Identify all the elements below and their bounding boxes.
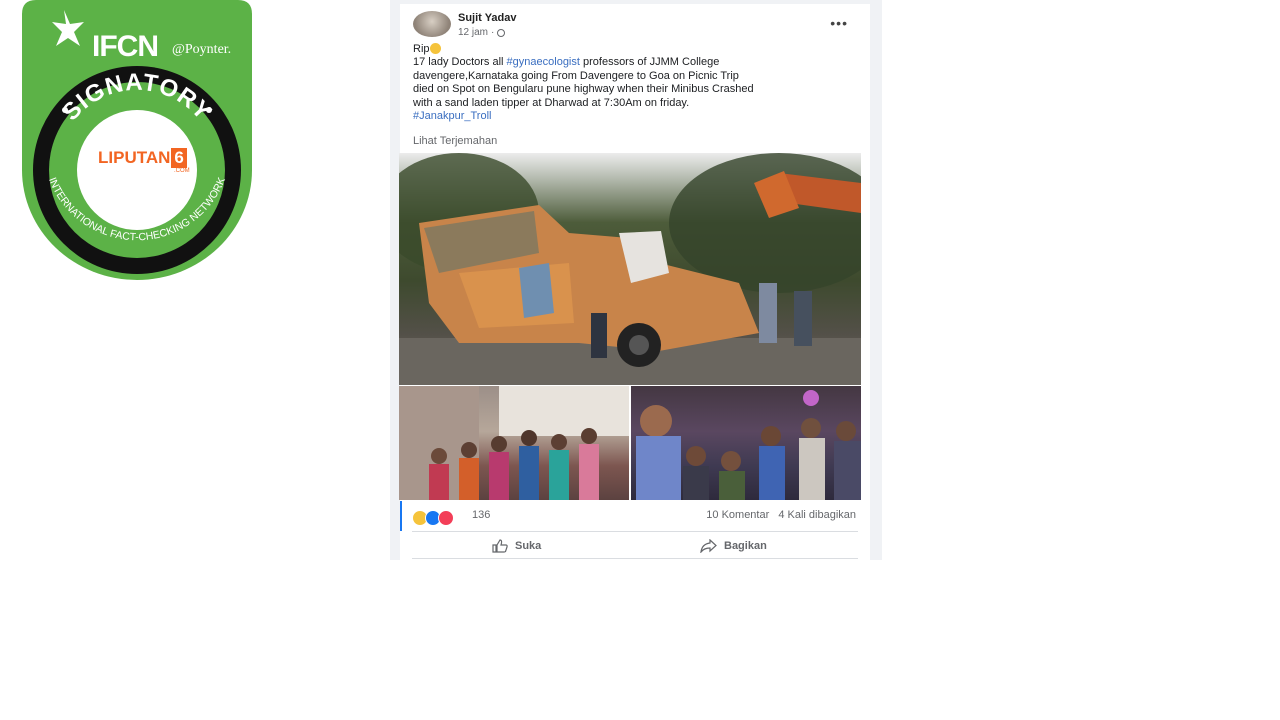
hashtag-janakpur-troll[interactable]: #Janakpur_Troll [413, 110, 863, 123]
comment-count[interactable]: 10 Komentar [706, 509, 769, 521]
post-time[interactable]: 12 jam [458, 27, 488, 38]
reaction-icons[interactable] [412, 510, 454, 526]
liputan6-logo: LIPUTAN 6 [98, 148, 218, 168]
ifcn-label: IFCN [92, 30, 159, 63]
share-arrow-icon [700, 539, 717, 553]
reaction-count[interactable]: 136 [472, 509, 490, 521]
more-options-button[interactable]: ••• [830, 15, 848, 31]
liputan-six: 6 [171, 148, 187, 168]
group-photo-right[interactable] [631, 386, 861, 500]
divider [412, 531, 858, 532]
post-line-2: 17 lady Doctors all #gynaecologist profe… [413, 56, 863, 69]
post-line-1: Rip [413, 43, 863, 56]
ifcn-badge: SIGNATORY INTERNATIONAL FACT-CHECKING NE… [22, 0, 252, 280]
bottom-divider [412, 558, 858, 559]
share-label: Bagikan [724, 540, 767, 552]
post-meta: 12 jam · [458, 27, 506, 38]
share-count[interactable]: 4 Kali dibagikan [778, 509, 856, 521]
crash-photo[interactable] [399, 153, 861, 385]
post-text-b: professors of JJMM College [579, 56, 720, 69]
hashtag-gynaecologist[interactable]: #gynaecologist [507, 56, 580, 68]
like-button[interactable]: Suka [492, 534, 541, 558]
post-text: Rip 17 lady Doctors all #gynaecologist p… [413, 43, 863, 123]
globe-icon [497, 28, 506, 37]
post-line-3: davengere,Karnataka going From Davengere… [413, 69, 739, 82]
author-name[interactable]: Sujit Yadav [458, 12, 517, 24]
post-stats: 10 Komentar 4 Kali dibagikan [700, 509, 856, 521]
post-line-5: with a sand laden tipper at Dharwad at 7… [413, 96, 690, 109]
love-reaction-icon [438, 510, 454, 526]
poynter-label: @Poynter. [172, 42, 232, 57]
like-label: Suka [515, 540, 542, 552]
group-photo-left[interactable] [399, 386, 629, 500]
avatar[interactable] [413, 11, 451, 37]
liputan-com: .COM [174, 168, 190, 174]
thumbs-up-icon [492, 539, 508, 553]
rip-text: Rip [413, 43, 430, 55]
liputan-text: LIPUTAN [98, 148, 171, 167]
separator-dot: · [491, 27, 495, 38]
focus-indicator [400, 501, 402, 531]
post-card: Sujit Yadav 12 jam · ••• Rip 17 lady Doc… [399, 4, 870, 560]
sad-emoji-icon [429, 43, 441, 54]
post-line-4: died on Spot on Bengularu pune highway w… [413, 83, 754, 96]
share-button[interactable]: Bagikan [700, 534, 767, 558]
see-translation-link[interactable]: Lihat Terjemahan [413, 135, 497, 147]
post-text-a: 17 lady Doctors all [413, 56, 507, 69]
facebook-post: Sujit Yadav 12 jam · ••• Rip 17 lady Doc… [390, 0, 882, 560]
